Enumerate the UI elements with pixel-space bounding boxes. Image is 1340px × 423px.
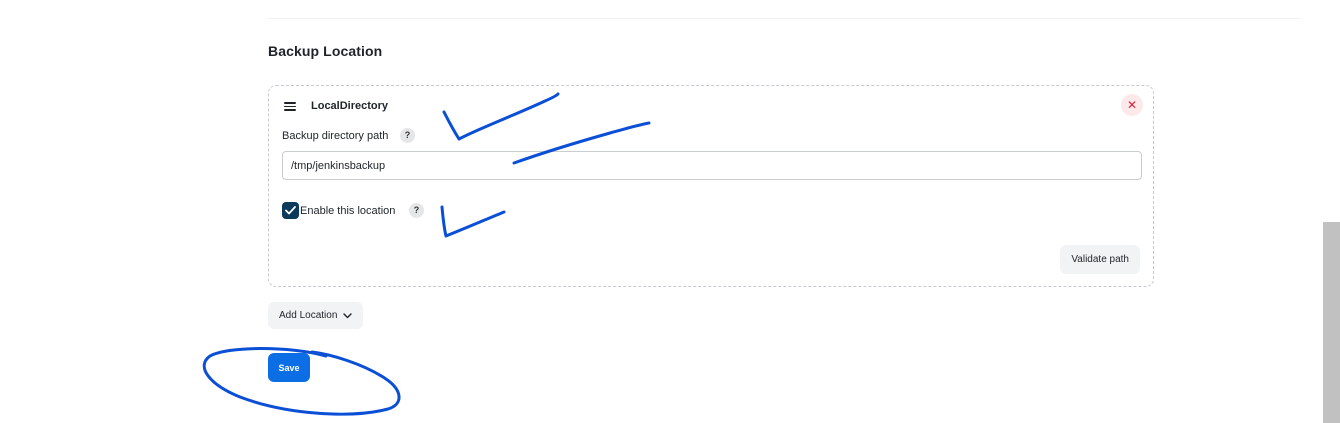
location-card: LocalDirectory ✕ Backup directory path ?… bbox=[268, 85, 1154, 287]
drag-handle-icon[interactable] bbox=[284, 102, 296, 111]
help-icon[interactable]: ? bbox=[400, 128, 415, 143]
validate-path-button[interactable]: Validate path bbox=[1060, 245, 1140, 274]
delete-location-button[interactable]: ✕ bbox=[1121, 94, 1143, 116]
save-button[interactable]: Save bbox=[268, 353, 310, 382]
close-icon: ✕ bbox=[1126, 98, 1138, 112]
add-location-label: Add Location bbox=[279, 310, 338, 321]
add-location-button[interactable]: Add Location bbox=[268, 302, 364, 329]
divider bbox=[268, 18, 1300, 19]
backup-path-label: Backup directory path bbox=[282, 130, 389, 142]
checkmark-icon bbox=[285, 206, 296, 215]
chevron-down-icon bbox=[343, 312, 353, 318]
enable-location-label[interactable]: Enable this location bbox=[300, 205, 395, 217]
scrollbar-thumb[interactable] bbox=[1323, 222, 1340, 423]
help-icon[interactable]: ? bbox=[409, 203, 424, 218]
location-type-title: LocalDirectory bbox=[311, 100, 389, 112]
enable-location-checkbox[interactable] bbox=[282, 202, 299, 219]
section-title: Backup Location bbox=[268, 43, 383, 59]
page: Backup Location LocalDirectory ✕ Backup … bbox=[0, 0, 1340, 423]
backup-path-input[interactable] bbox=[282, 151, 1142, 180]
